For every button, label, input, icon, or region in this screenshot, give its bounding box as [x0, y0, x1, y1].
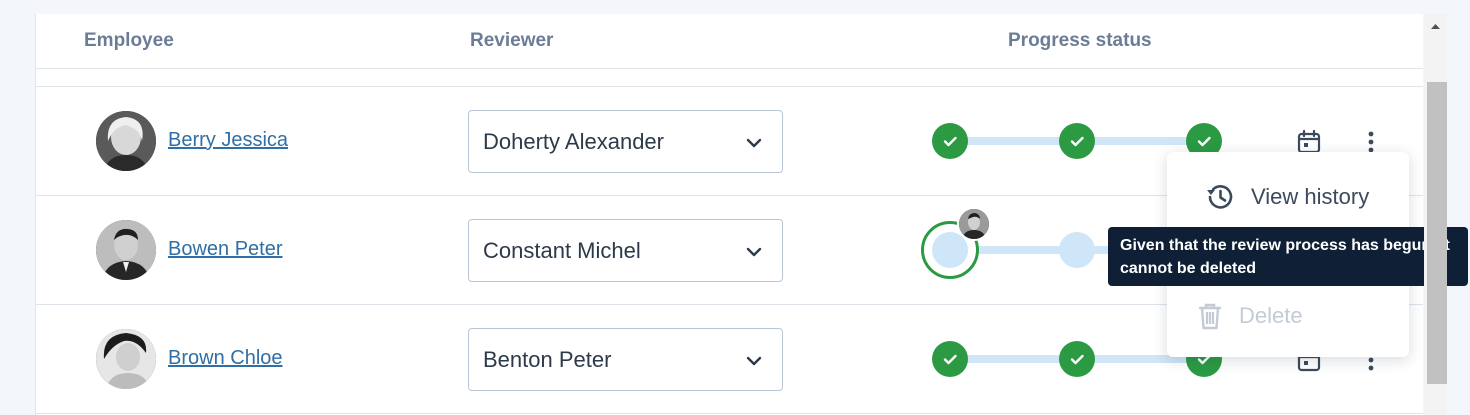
reviewer-select-value: Constant Michel [483, 238, 641, 263]
avatar [96, 329, 156, 389]
employee-link[interactable]: Brown Chloe [168, 347, 283, 370]
reviewer-select-value: Benton Peter [483, 347, 612, 372]
scrollbar-thumb[interactable] [1427, 82, 1447, 384]
header-employee: Employee [84, 30, 174, 51]
chevron-down-icon [746, 247, 762, 257]
reviewer-select[interactable]: Benton Peter [468, 328, 783, 391]
avatar [96, 111, 156, 171]
delete-menu-item[interactable]: Delete [1167, 285, 1409, 345]
history-icon [1207, 185, 1233, 209]
trash-icon [1198, 303, 1222, 330]
header-reviewer: Reviewer [470, 30, 554, 51]
delete-disabled-tooltip: Given that the review process has begun,… [1108, 227, 1468, 286]
employee-link[interactable]: Bowen Peter [168, 238, 283, 261]
delete-label: Delete [1239, 303, 1303, 328]
header-progress-status: Progress status [1008, 30, 1152, 51]
employee-link[interactable]: Berry Jessica [168, 129, 288, 152]
progress-step-complete [1059, 341, 1095, 377]
table-row-spacer [36, 69, 1423, 87]
reviewer-select[interactable]: Doherty Alexander [468, 110, 783, 173]
progress-step-complete [932, 123, 968, 159]
reviewer-select[interactable]: Constant Michel [468, 219, 783, 282]
progress-step-pending [1059, 232, 1095, 268]
table-header: Employee Reviewer Progress status [36, 14, 1423, 69]
scroll-up-arrow-icon[interactable] [1424, 14, 1447, 40]
scrollbar[interactable] [1424, 14, 1447, 415]
avatar [96, 220, 156, 280]
view-history-label: View history [1251, 184, 1370, 209]
avatar [957, 207, 991, 241]
chevron-down-icon [746, 356, 762, 366]
chevron-down-icon [746, 138, 762, 148]
progress-step-complete [932, 341, 968, 377]
progress-step-complete [1059, 123, 1095, 159]
reviewer-select-value: Doherty Alexander [483, 129, 664, 154]
view-history-menu-item[interactable]: View history [1167, 166, 1409, 226]
